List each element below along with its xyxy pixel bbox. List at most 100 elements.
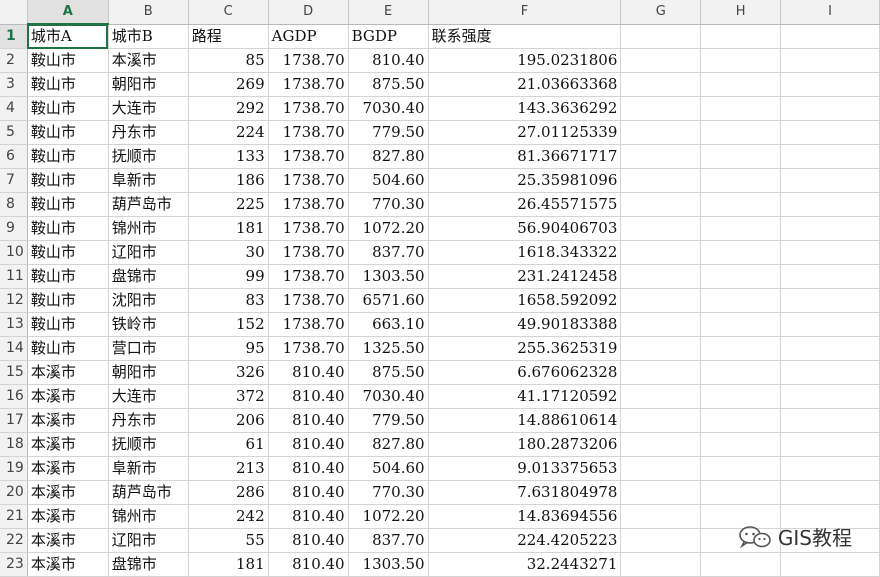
cell[interactable]: 30: [188, 240, 269, 265]
cell[interactable]: 1072.20: [348, 216, 429, 241]
column-header-c[interactable]: C: [188, 0, 269, 25]
cell-empty[interactable]: [620, 48, 702, 73]
cell[interactable]: 鞍山市: [27, 288, 109, 313]
cell[interactable]: 盘锦市: [108, 264, 189, 289]
row-header[interactable]: 10: [0, 240, 28, 265]
cell-empty[interactable]: [780, 264, 880, 289]
row-header[interactable]: 15: [0, 360, 28, 385]
cell[interactable]: 269: [188, 72, 269, 97]
cell-empty[interactable]: [700, 72, 782, 97]
cell-empty[interactable]: [620, 192, 702, 217]
cell[interactable]: 本溪市: [27, 360, 109, 385]
cell[interactable]: 辽阳市: [108, 240, 189, 265]
cell[interactable]: 1072.20: [348, 504, 429, 529]
cell-empty[interactable]: [780, 120, 880, 145]
row-header[interactable]: 12: [0, 288, 28, 313]
cell[interactable]: 85: [188, 48, 269, 73]
cell-empty[interactable]: [700, 552, 782, 577]
cell[interactable]: 鞍山市: [27, 264, 109, 289]
cell[interactable]: 26.45571575: [428, 192, 622, 217]
cell[interactable]: 本溪市: [27, 456, 109, 481]
cell[interactable]: 9.013375653: [428, 456, 622, 481]
cell[interactable]: 770.30: [348, 480, 429, 505]
cell[interactable]: 本溪市: [108, 48, 189, 73]
cell-empty[interactable]: [620, 336, 702, 361]
cell[interactable]: 抚顺市: [108, 432, 189, 457]
cell-empty[interactable]: [700, 48, 782, 73]
column-header-e[interactable]: E: [348, 0, 429, 25]
cell[interactable]: 1738.70: [268, 240, 349, 265]
cell-empty[interactable]: [620, 288, 702, 313]
cell[interactable]: 242: [188, 504, 269, 529]
cell-empty[interactable]: [700, 216, 782, 241]
cell[interactable]: 55: [188, 528, 269, 553]
row-header[interactable]: 16: [0, 384, 28, 409]
cell[interactable]: 133: [188, 144, 269, 169]
cell[interactable]: 1738.70: [268, 168, 349, 193]
row-header[interactable]: 11: [0, 264, 28, 289]
cell[interactable]: 鞍山市: [27, 120, 109, 145]
row-header[interactable]: 22: [0, 528, 28, 553]
cell-empty[interactable]: [620, 144, 702, 169]
cell[interactable]: 1325.50: [348, 336, 429, 361]
row-header[interactable]: 8: [0, 192, 28, 217]
cell[interactable]: 鞍山市: [27, 144, 109, 169]
cell[interactable]: 朝阳市: [108, 360, 189, 385]
cell[interactable]: 丹东市: [108, 120, 189, 145]
cell-empty[interactable]: [780, 408, 880, 433]
row-header[interactable]: 21: [0, 504, 28, 529]
cell-empty[interactable]: [780, 336, 880, 361]
cell-empty[interactable]: [700, 96, 782, 121]
cell-empty[interactable]: [620, 216, 702, 241]
cell-empty[interactable]: [620, 480, 702, 505]
cell[interactable]: 鞍山市: [27, 72, 109, 97]
cell[interactable]: 224.4205223: [428, 528, 622, 553]
cell-empty[interactable]: [620, 432, 702, 457]
cell[interactable]: 875.50: [348, 72, 429, 97]
column-header-d[interactable]: D: [268, 0, 349, 25]
row-header[interactable]: 17: [0, 408, 28, 433]
cell[interactable]: 810.40: [268, 504, 349, 529]
cell-header-city-b[interactable]: 城市B: [108, 24, 189, 49]
cell[interactable]: 6.676062328: [428, 360, 622, 385]
row-header[interactable]: 13: [0, 312, 28, 337]
cell[interactable]: 292: [188, 96, 269, 121]
cell[interactable]: 810.40: [268, 480, 349, 505]
cell[interactable]: 143.3636292: [428, 96, 622, 121]
cell-empty[interactable]: [700, 288, 782, 313]
select-all-corner[interactable]: [0, 0, 28, 25]
cell-empty[interactable]: [620, 408, 702, 433]
cell[interactable]: 1303.50: [348, 552, 429, 577]
cell[interactable]: 810.40: [268, 408, 349, 433]
cell[interactable]: 1738.70: [268, 336, 349, 361]
cell-empty[interactable]: [700, 24, 782, 49]
cell-empty[interactable]: [780, 288, 880, 313]
cell[interactable]: 779.50: [348, 120, 429, 145]
row-header[interactable]: 20: [0, 480, 28, 505]
cell[interactable]: 41.17120592: [428, 384, 622, 409]
cell-empty[interactable]: [780, 216, 880, 241]
cell[interactable]: 本溪市: [27, 384, 109, 409]
cell[interactable]: 1658.592092: [428, 288, 622, 313]
cell-header-bgdp[interactable]: BGDP: [348, 24, 429, 49]
cell[interactable]: 本溪市: [27, 480, 109, 505]
cell[interactable]: 本溪市: [27, 432, 109, 457]
cell[interactable]: 1738.70: [268, 216, 349, 241]
cell[interactable]: 辽阳市: [108, 528, 189, 553]
column-header-f[interactable]: F: [428, 0, 622, 25]
cell-empty[interactable]: [780, 240, 880, 265]
column-header-h[interactable]: H: [700, 0, 782, 25]
cell-empty[interactable]: [620, 552, 702, 577]
cell[interactable]: 810.40: [268, 432, 349, 457]
cell[interactable]: 152: [188, 312, 269, 337]
cell[interactable]: 阜新市: [108, 168, 189, 193]
cell[interactable]: 875.50: [348, 360, 429, 385]
cell[interactable]: 鞍山市: [27, 240, 109, 265]
row-header[interactable]: 18: [0, 432, 28, 457]
cell-empty[interactable]: [780, 144, 880, 169]
cell[interactable]: 206: [188, 408, 269, 433]
cell-header-distance[interactable]: 路程: [188, 24, 269, 49]
cell[interactable]: 1738.70: [268, 288, 349, 313]
cell[interactable]: 810.40: [268, 552, 349, 577]
cell[interactable]: 鞍山市: [27, 336, 109, 361]
